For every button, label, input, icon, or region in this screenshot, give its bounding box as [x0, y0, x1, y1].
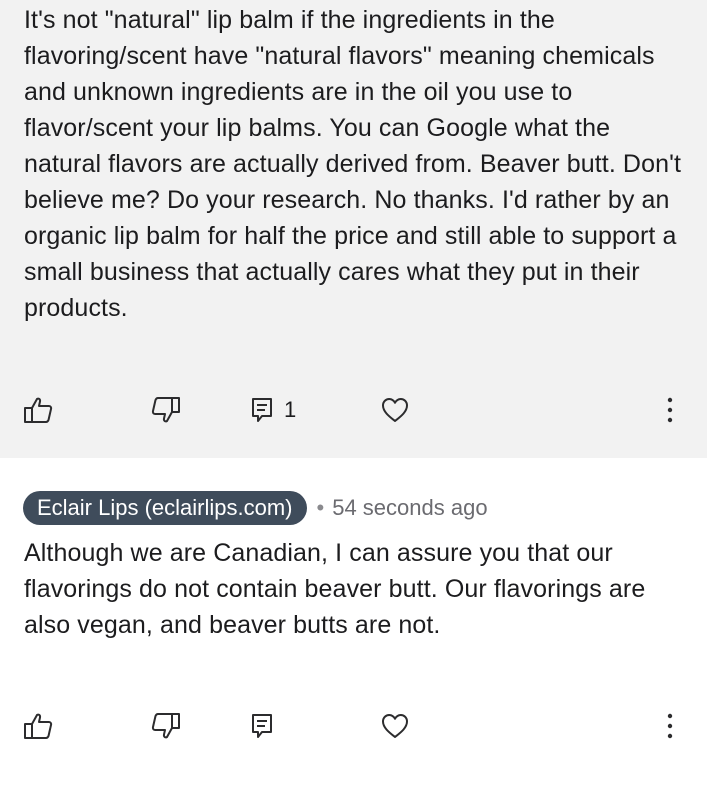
like-button[interactable] [22, 706, 54, 746]
heart-icon [382, 714, 408, 738]
heart-button[interactable] [380, 390, 410, 430]
like-button[interactable] [22, 390, 54, 430]
reply-button[interactable] [250, 706, 284, 746]
heart-button[interactable] [380, 706, 410, 746]
reply-icon [252, 714, 272, 738]
comment-text: Although we are Canadian, I can assure y… [24, 539, 646, 639]
thumbs-down-icon [151, 713, 180, 739]
comment-actions: 1 [0, 390, 707, 430]
heart-icon [382, 398, 408, 422]
more-vertical-icon [667, 397, 673, 423]
dislike-button[interactable] [150, 390, 182, 430]
comment-meta: Eclair Lips (eclairlips.com) • 54 second… [23, 491, 488, 525]
more-options-button[interactable] [660, 706, 680, 746]
author-badge[interactable]: Eclair Lips (eclairlips.com) [23, 491, 307, 525]
thumbs-up-icon [24, 713, 53, 739]
timestamp: 54 seconds ago [332, 495, 488, 520]
reply-icon [252, 398, 272, 422]
comment-card: It's not "natural" lip balm if the ingre… [0, 0, 707, 458]
more-options-button[interactable] [660, 390, 680, 430]
thumbs-down-icon [151, 397, 180, 423]
more-vertical-icon [667, 713, 673, 739]
comment-actions [0, 706, 707, 746]
reply-button[interactable]: 1 [250, 390, 296, 430]
comment-card: Eclair Lips (eclairlips.com) • 54 second… [0, 458, 707, 788]
comment-text: It's not "natural" lip balm if the ingre… [24, 6, 682, 322]
dislike-button[interactable] [150, 706, 182, 746]
thumbs-up-icon [24, 397, 53, 423]
meta-separator: • [316, 495, 325, 520]
reply-count: 1 [284, 397, 297, 422]
